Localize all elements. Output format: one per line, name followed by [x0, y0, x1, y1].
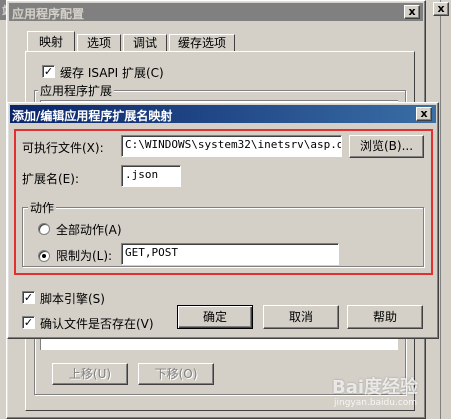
- tab-mapping[interactable]: 映射: [27, 31, 75, 52]
- app-config-titlebar: 应用程序配置: [9, 3, 423, 21]
- limit-to-label: 限制为(L):: [56, 249, 113, 263]
- executable-input[interactable]: C:\WINDOWS\system32\inetsrv\asp.dll: [121, 135, 342, 157]
- cache-isapi-checkbox[interactable]: ✓: [42, 65, 55, 78]
- tab-options[interactable]: 选项: [77, 34, 121, 52]
- tab-debug[interactable]: 调试: [123, 34, 167, 52]
- move-down-button[interactable]: 下移(O): [138, 363, 214, 385]
- executable-label: 可执行文件(X):: [22, 141, 104, 155]
- script-engine-label: 脚本引擎(S): [40, 292, 105, 306]
- verbs-group-label: 动作: [28, 199, 57, 216]
- all-verbs-label: 全部动作(A): [56, 223, 122, 237]
- background-window-close-button[interactable]: x: [433, 2, 449, 16]
- help-button[interactable]: 帮助: [347, 305, 423, 329]
- cache-isapi-label: 缓存 ISAPI 扩展(C): [60, 66, 164, 80]
- limit-to-radio[interactable]: [38, 250, 50, 262]
- app-config-title: 应用程序配置: [12, 7, 85, 21]
- cancel-button[interactable]: 取消: [263, 305, 339, 329]
- watermark-logo: Bai度经验: [332, 377, 419, 398]
- browse-button[interactable]: 浏览(B)...: [349, 135, 424, 158]
- all-verbs-radio[interactable]: [38, 223, 50, 235]
- verify-file-checkbox[interactable]: ✓: [22, 316, 35, 329]
- move-up-button[interactable]: 上移(U): [52, 363, 128, 385]
- limit-to-radio-dot: [42, 254, 46, 258]
- script-engine-checkbox[interactable]: ✓: [22, 291, 35, 304]
- tab-cache-options[interactable]: 缓存选项: [169, 34, 235, 52]
- ext-mapping-titlebar: 添加/编辑应用程序扩展名映射: [10, 105, 436, 123]
- app-extensions-group-label: 应用程序扩展: [38, 82, 115, 99]
- extension-input[interactable]: .json: [121, 165, 181, 187]
- ext-mapping-title: 添加/编辑应用程序扩展名映射: [12, 109, 173, 123]
- app-config-close-button[interactable]: x: [404, 5, 420, 19]
- verify-file-label: 确认文件是否存在(V): [40, 317, 154, 331]
- ext-mapping-close-button[interactable]: x: [416, 107, 432, 121]
- extension-label: 扩展名(E):: [22, 172, 79, 186]
- limit-to-input[interactable]: GET,POST: [121, 243, 339, 265]
- background-window-edge: [440, 0, 451, 419]
- watermark-url: jingyan.baidu.com: [334, 398, 418, 408]
- ok-button[interactable]: 确定: [177, 305, 253, 329]
